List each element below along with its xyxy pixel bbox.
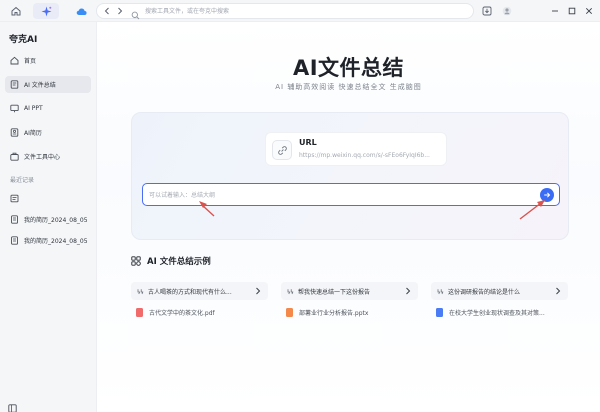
sidebar-item-home[interactable]: 首页: [5, 52, 91, 69]
sidebar-item-ai-ppt[interactable]: AI PPT: [5, 100, 91, 117]
sidebar-item-ai-file-summary[interactable]: AI 文件总结: [5, 76, 91, 93]
prompt-input[interactable]: [149, 188, 529, 202]
brand-title: 夸克AI: [9, 35, 38, 45]
send-arrow-icon: [544, 192, 551, 198]
resume-file-icon: [10, 236, 19, 245]
send-button[interactable]: [540, 188, 554, 202]
upload-panel: URL https://mp.weixin.qq.com/s/-sFEo6FyI…: [131, 112, 569, 240]
examples-section-title: AI 文件总结示例: [131, 255, 211, 267]
quote-icon: [286, 287, 294, 295]
download-icon[interactable]: [481, 4, 493, 18]
page-title: AI文件总结: [292, 56, 405, 80]
recent-item-label: 我的简历_2024_08_05: [24, 238, 88, 245]
title-bar: 搜索工具文件，或在夸克中搜索: [0, 0, 600, 22]
example-file-name: 古代文学中的茶文化.pdf: [149, 309, 215, 317]
minimize-icon[interactable]: [550, 4, 560, 18]
example-question-text: 帮我快速总结一下这份报告: [298, 288, 371, 296]
recent-item[interactable]: 我的简历_2024_08_05: [5, 232, 91, 249]
sidebar-item-label: 文件工具中心: [24, 154, 61, 161]
grid-icon: [131, 256, 141, 266]
ppt-icon: [10, 104, 19, 113]
example-question[interactable]: 古人喝茶的方式和现代有什么...: [131, 282, 268, 300]
prompt-input-bar[interactable]: [142, 183, 560, 206]
sidebar-item-label: AI PPT: [24, 105, 43, 112]
example-file-name: 部薯业行业分析报告.pptx: [299, 309, 369, 317]
maximize-icon[interactable]: [567, 4, 577, 18]
chevron-right-icon: [405, 286, 413, 296]
sidebar-item-label: AI简历: [24, 130, 42, 137]
example-file[interactable]: 在校大学生创业现状调查及其对策...: [431, 304, 568, 320]
sidebar-item-file-tools[interactable]: 文件工具中心: [5, 148, 91, 165]
close-icon[interactable]: [584, 4, 594, 18]
file-icon: [10, 194, 19, 203]
link-icon: [272, 140, 292, 160]
sidebar-item-label: AI 文件总结: [24, 82, 56, 89]
user-avatar-icon[interactable]: [501, 4, 513, 18]
toolbox-icon: [10, 152, 19, 161]
collapse-sidebar-icon[interactable]: [8, 398, 17, 412]
example-card: 古人喝茶的方式和现代有什么... 古代文学中的茶文化.pdf: [131, 282, 268, 320]
example-question-text: 古人喝茶的方式和现代有什么...: [148, 288, 232, 296]
search-bar[interactable]: 搜索工具文件，或在夸克中搜索: [96, 3, 474, 20]
recent-item[interactable]: 我的简历_2024_08_05: [5, 211, 91, 228]
main-content: AI文件总结 AI 辅助高效阅读 快速总结全文 生成脑图 URL https:/…: [97, 22, 600, 412]
example-card: 帮我快速总结一下这份报告 部薯业行业分析报告.pptx: [281, 282, 418, 320]
url-card-value: https://mp.weixin.qq.com/s/-sFEo6FyIqI6b…: [299, 152, 430, 159]
ai-sparkle-tab-icon[interactable]: [33, 3, 59, 19]
cloud-drive-icon[interactable]: [73, 4, 89, 18]
chevron-right-icon: [255, 286, 263, 296]
recent-item[interactable]: [5, 190, 91, 207]
chevron-right-icon: [555, 286, 563, 296]
example-question[interactable]: 这份调研报告的结论是什么: [431, 282, 568, 300]
resume-file-icon: [10, 215, 19, 224]
examples-title-text: AI 文件总结示例: [147, 257, 211, 267]
home-icon: [10, 56, 19, 65]
forward-arrow-icon[interactable]: [114, 4, 126, 18]
home-icon[interactable]: [8, 4, 24, 18]
document-summary-icon: [10, 80, 19, 89]
recent-section-title: 最近记录: [10, 177, 35, 184]
search-placeholder: 搜索工具文件，或在夸克中搜索: [145, 8, 230, 15]
back-arrow-icon[interactable]: [101, 4, 113, 18]
example-question-text: 这份调研报告的结论是什么: [448, 288, 521, 296]
sidebar: 夸克AI 首页 AI 文件总结 AI PPT AI简历 文件工具中心 最近记录: [0, 22, 97, 412]
example-card: 这份调研报告的结论是什么 在校大学生创业现状调查及其对策...: [431, 282, 568, 320]
example-question[interactable]: 帮我快速总结一下这份报告: [281, 282, 418, 300]
pdf-file-icon: [136, 307, 143, 317]
example-file[interactable]: 部薯业行业分析报告.pptx: [281, 304, 418, 320]
sidebar-item-label: 首页: [24, 58, 37, 65]
doc-file-icon: [436, 307, 443, 317]
quote-icon: [436, 287, 444, 295]
pptx-file-icon: [286, 307, 293, 317]
resume-icon: [10, 128, 19, 137]
url-card-title: URL: [299, 138, 317, 147]
quote-icon: [136, 287, 144, 295]
example-file[interactable]: 古代文学中的茶文化.pdf: [131, 304, 268, 320]
page-subtitle: AI 辅助高效阅读 快速总结全文 生成脑图: [275, 83, 422, 91]
sidebar-item-ai-resume[interactable]: AI简历: [5, 124, 91, 141]
example-file-name: 在校大学生创业现状调查及其对策...: [449, 309, 545, 317]
recent-item-label: 我的简历_2024_08_05: [24, 217, 88, 224]
url-card[interactable]: URL https://mp.weixin.qq.com/s/-sFEo6FyI…: [265, 132, 447, 166]
